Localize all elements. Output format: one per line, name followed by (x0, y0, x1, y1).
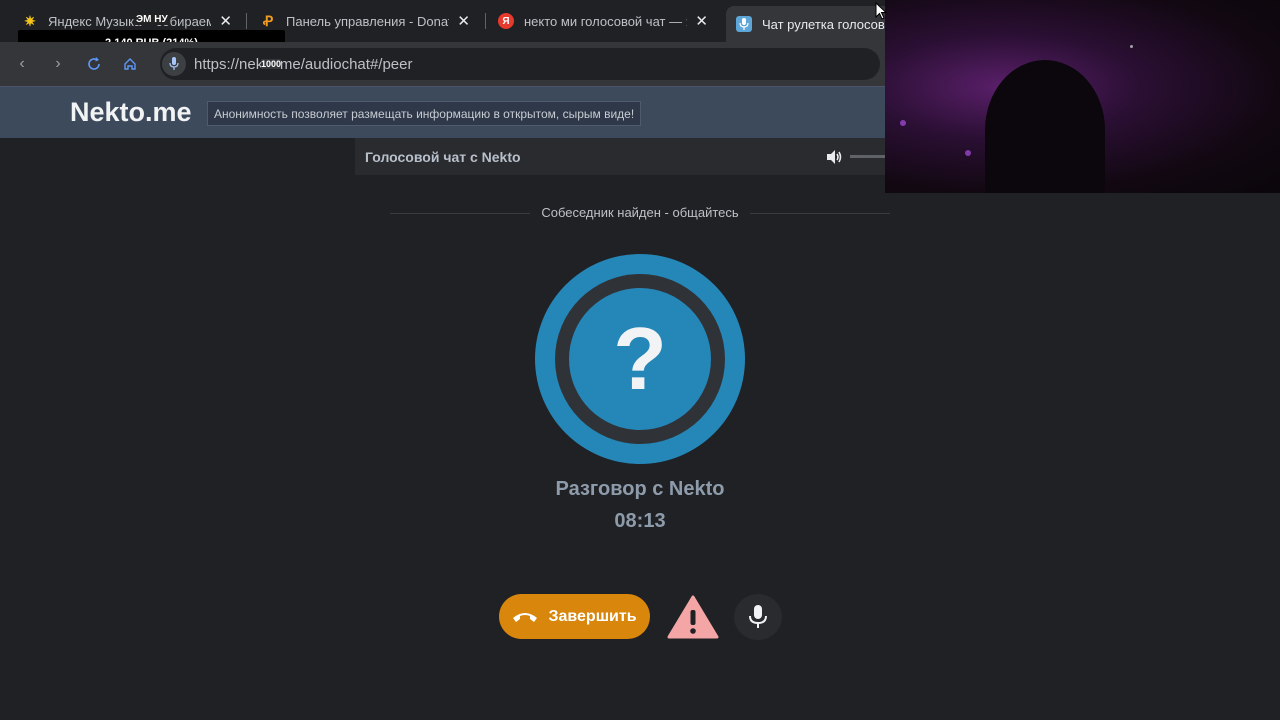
home-icon[interactable] (120, 54, 140, 74)
browser-toolbar: ‹ › https://nekto.me/audiochat#/peer 100… (0, 42, 885, 86)
forward-icon[interactable]: › (48, 54, 68, 74)
mouse-cursor-icon (875, 2, 887, 20)
url-text: https://nekto.me/audiochat#/peer (194, 55, 413, 73)
tab-title: некто ми голосовой чат — Ян (524, 13, 688, 29)
streamer-webcam-overlay (885, 0, 1280, 193)
microphone-site-icon[interactable] (162, 52, 186, 76)
webcam-light (900, 120, 906, 126)
avatar-ring: ? (555, 274, 725, 444)
tab-title: Панель управления - Donation (286, 13, 449, 29)
yandex-icon: Я (498, 13, 514, 29)
microphone-icon (749, 605, 767, 628)
tab-yandex-search[interactable]: Я некто ми голосовой чат — Ян ✕ (488, 6, 718, 36)
back-icon[interactable]: ‹ (12, 54, 32, 74)
hang-up-phone-icon (513, 612, 538, 622)
peer-avatar: ? (535, 254, 745, 464)
tab-nekto-audiochat[interactable]: Чат рулетка голосовая (726, 6, 896, 42)
call-timer: 08:13 (614, 510, 666, 532)
panel-title: Голосовой чат с Nekto (365, 149, 521, 165)
volume-slider[interactable] (850, 155, 890, 158)
end-call-label: Завершить (548, 607, 637, 625)
reload-icon[interactable] (84, 54, 104, 74)
donation-goal-label: ЭМ НУ (134, 14, 170, 25)
yandex-music-icon: ✷ (24, 12, 36, 29)
chat-panel-header: Голосовой чат с Nekto (355, 138, 890, 175)
webcam-person (985, 60, 1105, 193)
report-warning-icon[interactable] (667, 594, 719, 640)
site-slogan: Анонимность позволяет размещать информац… (207, 101, 642, 126)
site-logo[interactable]: Nekto.me (70, 97, 192, 128)
microphone-icon (736, 16, 752, 32)
overlay-mini-badge: 1000 (261, 59, 282, 69)
avatar-question-icon: ? (569, 288, 711, 430)
site-header: Nekto.me Анонимность позволяет размещать… (0, 86, 885, 138)
tab-separator (246, 13, 247, 29)
tab-title: Яндекс Музыка – собираем м (48, 13, 212, 29)
conversation-title: Разговор с Nekto (555, 478, 725, 500)
volume-icon[interactable] (825, 148, 843, 166)
tab-title: Чат рулетка голосовая (762, 16, 886, 32)
webcam-light (1130, 45, 1133, 48)
donationalerts-icon: Ꝓ (262, 12, 274, 29)
microphone-toggle-button[interactable] (734, 594, 782, 640)
close-icon[interactable]: ✕ (219, 12, 232, 30)
close-icon[interactable]: ✕ (457, 12, 470, 30)
tab-separator (485, 13, 486, 29)
close-icon[interactable]: ✕ (695, 12, 708, 30)
end-call-button[interactable]: Завершить (499, 594, 650, 639)
webcam-light (965, 150, 971, 156)
connection-status: Собеседник найден - общайтесь (530, 205, 750, 220)
